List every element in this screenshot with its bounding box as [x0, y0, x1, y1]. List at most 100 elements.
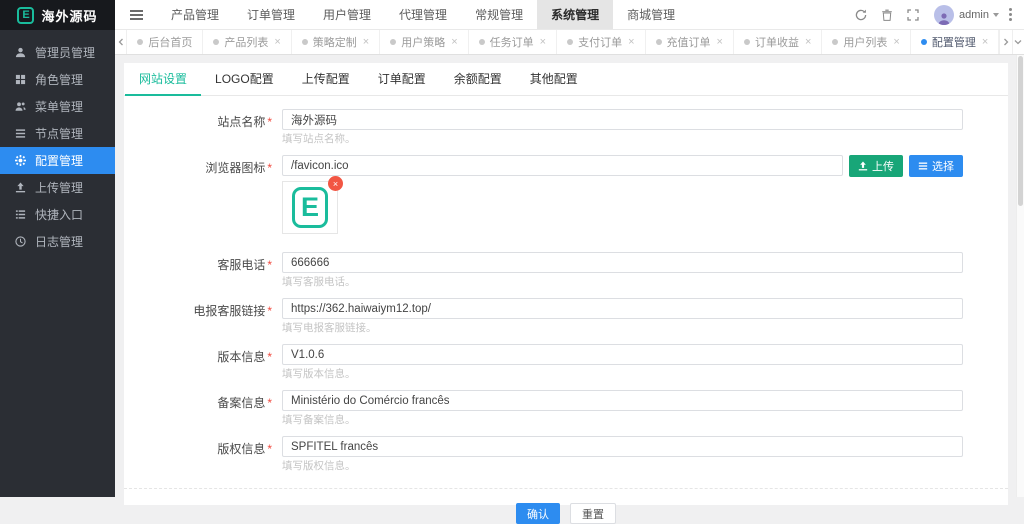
nav-item-system[interactable]: 系统管理 — [537, 0, 613, 29]
tab-close-icon[interactable]: × — [717, 36, 723, 48]
tab-pay-orders[interactable]: 支付订单 × — [557, 30, 645, 54]
navbar-actions: admin — [848, 0, 1024, 29]
tab-order-earnings[interactable]: 订单收益 × — [734, 30, 822, 54]
tabs-scroll-left-icon[interactable] — [115, 30, 127, 54]
required-mark: * — [267, 396, 272, 410]
scrollbar-thumb[interactable] — [1018, 56, 1023, 206]
sidebar-item-uploads[interactable]: 上传管理 — [0, 174, 115, 201]
sidebar-item-label: 菜单管理 — [35, 98, 83, 115]
sidebar-item-config[interactable]: 配置管理 — [0, 147, 115, 174]
tab-balance-config[interactable]: 余额配置 — [440, 63, 516, 96]
brand-logo: E 海外源码 — [0, 0, 115, 30]
tab-dot — [656, 39, 662, 45]
tab-product-list[interactable]: 产品列表 × — [203, 30, 291, 54]
sidebar-item-nodes[interactable]: 节点管理 — [0, 120, 115, 147]
version-info-input[interactable] — [282, 344, 963, 365]
user-menu[interactable]: admin — [959, 9, 999, 21]
tab-website-settings[interactable]: 网站设置 — [125, 63, 201, 96]
telegram-link-input[interactable] — [282, 298, 963, 319]
tab-recharge-orders[interactable]: 充值订单 × — [646, 30, 734, 54]
field-help: 填写版权信息。 — [282, 461, 963, 472]
tab-label: 产品列表 — [224, 34, 268, 50]
gear-icon — [15, 155, 26, 166]
nav-item-mall[interactable]: 商城管理 — [613, 0, 689, 29]
brand-logo-icon: E — [17, 7, 34, 24]
favicon-preview[interactable]: E × — [282, 181, 338, 234]
page-tabbar: 后台首页 产品列表 × 策略定制 × 用户策略 × 任务订单 × 支付订单 × … — [115, 30, 1024, 55]
nav-item-general[interactable]: 常规管理 — [461, 0, 537, 29]
page-scrollbar[interactable] — [1016, 55, 1024, 497]
tab-close-icon[interactable]: × — [274, 36, 280, 48]
tab-close-icon[interactable]: × — [893, 36, 899, 48]
fullscreen-icon[interactable] — [900, 0, 926, 30]
settings-tabs: 网站设置 LOGO配置 上传配置 订单配置 余额配置 其他配置 — [124, 63, 1008, 96]
site-name-input[interactable] — [282, 109, 963, 130]
trash-icon[interactable] — [874, 0, 900, 30]
reset-button[interactable]: 重置 — [570, 503, 616, 524]
confirm-button[interactable]: 确认 — [516, 503, 560, 524]
sidebar-item-label: 管理员管理 — [35, 44, 95, 61]
tab-label: 支付订单 — [578, 34, 622, 50]
tab-close-icon[interactable]: × — [982, 36, 988, 48]
tab-close-icon[interactable]: × — [805, 36, 811, 48]
field-control: 填写版权信息。 — [282, 436, 963, 472]
tabs-scroll-right-icon[interactable] — [999, 30, 1011, 54]
nav-item-agents[interactable]: 代理管理 — [385, 0, 461, 29]
nav-item-products[interactable]: 产品管理 — [157, 0, 233, 29]
tab-user-strategy[interactable]: 用户策略 × — [380, 30, 468, 54]
sidebar-item-menus[interactable]: 菜单管理 — [0, 93, 115, 120]
icp-info-input[interactable] — [282, 390, 963, 411]
form-row-service-phone: 客服电话* 填写客服电话。 — [124, 252, 1008, 288]
refresh-icon[interactable] — [848, 0, 874, 30]
nav-item-orders[interactable]: 订单管理 — [233, 0, 309, 29]
user-name-label: admin — [959, 9, 989, 21]
sidebar-item-label: 节点管理 — [35, 125, 83, 142]
tab-logo-config[interactable]: LOGO配置 — [201, 63, 288, 96]
tab-strategy-custom[interactable]: 策略定制 × — [292, 30, 380, 54]
field-label: 客服电话* — [124, 252, 272, 288]
tab-dot — [302, 39, 308, 45]
field-label: 版权信息* — [124, 436, 272, 472]
avatar[interactable] — [934, 5, 954, 25]
copyright-info-input[interactable] — [282, 436, 963, 457]
tab-task-orders[interactable]: 任务订单 × — [469, 30, 557, 54]
tab-close-icon[interactable]: × — [451, 36, 457, 48]
tab-order-config[interactable]: 订单配置 — [364, 63, 440, 96]
sidebar-item-shortcuts[interactable]: 快捷入口 — [0, 201, 115, 228]
remove-image-icon[interactable]: × — [328, 176, 343, 191]
nav-item-users[interactable]: 用户管理 — [309, 0, 385, 29]
field-label: 电报客服链接* — [124, 298, 272, 334]
upload-button[interactable]: 上传 — [849, 155, 903, 177]
upload-icon — [858, 161, 868, 171]
required-mark: * — [267, 442, 272, 456]
settings-form: 站点名称* 填写站点名称。 浏览器图标* 上传 — [124, 96, 1008, 524]
list-icon — [918, 161, 928, 171]
sidebar-item-roles[interactable]: 角色管理 — [0, 66, 115, 93]
sidebar-toggle-icon[interactable] — [115, 0, 157, 29]
field-label: 浏览器图标* — [124, 155, 272, 242]
field-label: 站点名称* — [124, 109, 272, 145]
required-mark: * — [267, 350, 272, 364]
favicon-input[interactable] — [282, 155, 843, 176]
users-icon — [15, 101, 26, 112]
sidebar-item-logs[interactable]: 日志管理 — [0, 228, 115, 255]
field-help: 填写站点名称。 — [282, 134, 963, 145]
tab-upload-config[interactable]: 上传配置 — [288, 63, 364, 96]
more-options-icon[interactable] — [999, 8, 1020, 21]
role-icon — [15, 74, 26, 85]
tab-close-icon[interactable]: × — [628, 36, 634, 48]
tab-home[interactable]: 后台首页 — [127, 30, 203, 54]
log-clock-icon — [15, 236, 26, 247]
tab-other-config[interactable]: 其他配置 — [516, 63, 592, 96]
tab-config-management[interactable]: 配置管理 × — [911, 30, 999, 54]
sidebar-item-admins[interactable]: 管理员管理 — [0, 39, 115, 66]
tab-close-icon[interactable]: × — [363, 36, 369, 48]
brand-name: 海外源码 — [41, 6, 97, 25]
service-phone-input[interactable] — [282, 252, 963, 273]
choose-button[interactable]: 选择 — [909, 155, 963, 177]
tab-close-icon[interactable]: × — [540, 36, 546, 48]
tab-user-list[interactable]: 用户列表 × — [822, 30, 910, 54]
required-mark: * — [267, 161, 272, 175]
tabs-menu-icon[interactable] — [1012, 30, 1024, 54]
favicon-e-logo: E — [292, 187, 328, 228]
